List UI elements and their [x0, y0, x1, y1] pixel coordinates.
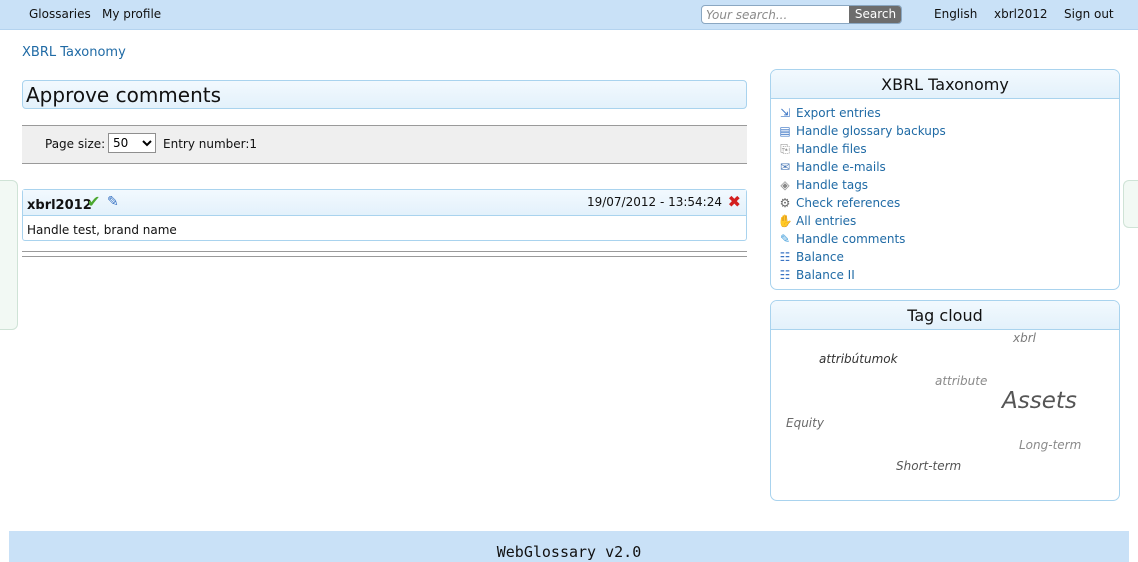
- search-input[interactable]: [702, 6, 849, 23]
- menu-panel-title: XBRL Taxonomy: [771, 70, 1119, 99]
- pencil-icon[interactable]: ✎: [107, 194, 119, 210]
- hierarchy-icon: ☷: [779, 268, 791, 282]
- tag-cloud-title: Tag cloud: [771, 301, 1119, 330]
- menu-item[interactable]: ☷ Balance II: [777, 266, 1119, 284]
- menu-item[interactable]: ☷ Balance: [777, 248, 1119, 266]
- menu-item-label[interactable]: Handle e-mails: [796, 160, 886, 174]
- sign-out-link[interactable]: Sign out: [1064, 7, 1114, 21]
- hierarchy-icon: ☷: [779, 250, 791, 264]
- tag-short-term[interactable]: Short-term: [896, 459, 961, 473]
- menu-item[interactable]: ✎ Handle comments: [777, 230, 1119, 248]
- delete-x-icon[interactable]: ✖: [728, 193, 741, 211]
- page-title: Approve comments: [26, 83, 222, 107]
- tag-xbrl[interactable]: xbrl: [1013, 331, 1036, 345]
- menu-item-label[interactable]: All entries: [796, 214, 856, 228]
- entry-number-label: Entry number:1: [163, 137, 258, 151]
- page-size-select[interactable]: 50: [108, 133, 156, 153]
- comment-author: xbrl2012: [27, 198, 92, 213]
- search-button[interactable]: Search: [849, 6, 901, 23]
- tag-cloud-panel: Tag cloud xbrl attribútumok attribute As…: [770, 300, 1120, 501]
- comment-text: Handle test, brand name: [27, 223, 177, 237]
- export-icon: ⇲: [779, 106, 791, 120]
- page-size-label: Page size:: [45, 137, 106, 151]
- menu-item[interactable]: ▤ Handle glossary backups: [777, 122, 1119, 140]
- comment-card: xbrl2012 ✔ ✎ 19/07/2012 - 13:54:24 ✖ Han…: [22, 189, 747, 241]
- menu-item[interactable]: ✉ Handle e-mails: [777, 158, 1119, 176]
- tag-long-term[interactable]: Long-term: [1019, 438, 1081, 452]
- menu-item-label[interactable]: Check references: [796, 196, 900, 210]
- tag-equity[interactable]: Equity: [786, 416, 824, 430]
- comments-icon: ✎: [779, 232, 791, 246]
- tag-assets[interactable]: Assets: [1002, 388, 1077, 414]
- menu-item-label[interactable]: Export entries: [796, 106, 881, 120]
- pager-bar: Page size: 50 Entry number:1: [22, 125, 747, 164]
- menu-item-label[interactable]: Handle glossary backups: [796, 124, 946, 138]
- menu-item[interactable]: ⇲ Export entries: [777, 104, 1119, 122]
- files-icon: ⎘: [780, 142, 790, 156]
- glossary-menu-panel: XBRL Taxonomy ⇲ Export entries ▤ Handle glo…: [770, 69, 1120, 290]
- references-icon: ⚙: [779, 196, 791, 210]
- divider: [22, 256, 747, 257]
- page-title-box: Approve comments: [22, 80, 747, 109]
- check-icon[interactable]: ✔: [87, 194, 100, 210]
- search-box: Search: [701, 5, 902, 24]
- menu-item[interactable]: ⎘ Handle files: [777, 140, 1119, 158]
- menu-item-label[interactable]: Balance II: [796, 268, 855, 282]
- nav-my-profile[interactable]: My profile: [102, 7, 161, 21]
- nav-glossaries[interactable]: Glossaries: [29, 7, 91, 21]
- right-side-tab[interactable]: [1123, 180, 1138, 228]
- menu-item-label[interactable]: Handle tags: [796, 178, 868, 192]
- menu-item-label[interactable]: Balance: [796, 250, 844, 264]
- tag-icon: ◈: [780, 178, 790, 192]
- menu-item-label[interactable]: Handle comments: [796, 232, 905, 246]
- divider: [22, 251, 747, 252]
- menu-item[interactable]: ◈ Handle tags: [777, 176, 1119, 194]
- top-navigation-bar: Glossaries My profile Search English xbr…: [0, 0, 1138, 30]
- tag-attributumok[interactable]: attribútumok: [819, 352, 898, 366]
- breadcrumb[interactable]: XBRL Taxonomy: [22, 45, 126, 60]
- menu-item[interactable]: ✋ All entries: [777, 212, 1119, 230]
- menu-item[interactable]: ⚙ Check references: [777, 194, 1119, 212]
- footer-version: WebGlossary v2.0: [496, 543, 642, 561]
- left-side-tab[interactable]: [0, 180, 18, 330]
- entries-icon: ✋: [777, 214, 793, 228]
- mail-icon: ✉: [779, 160, 791, 174]
- comment-timestamp: 19/07/2012 - 13:54:24: [586, 195, 722, 209]
- language-selector[interactable]: English: [934, 7, 977, 21]
- backup-icon: ▤: [779, 124, 791, 138]
- tag-attribute[interactable]: attribute: [935, 374, 987, 388]
- menu-item-label[interactable]: Handle files: [796, 142, 867, 156]
- comment-header: xbrl2012 ✔ ✎ 19/07/2012 - 13:54:24 ✖: [23, 190, 746, 216]
- menu-list: ⇲ Export entries ▤ Handle glossary backups ⎘…: [771, 99, 1119, 284]
- user-profile-link[interactable]: xbrl2012: [994, 7, 1048, 21]
- footer: WebGlossary v2.0: [9, 531, 1129, 562]
